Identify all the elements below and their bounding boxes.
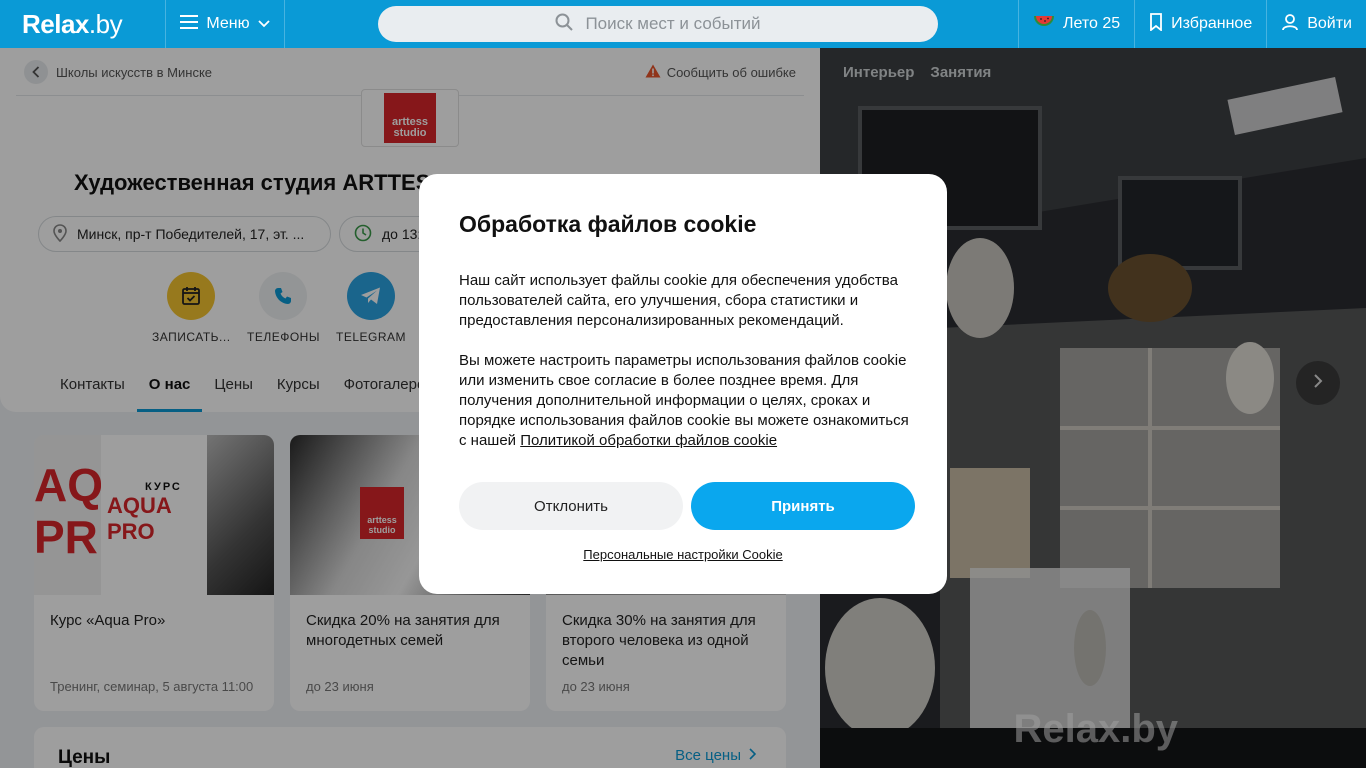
cookie-modal: Обработка файлов cookie Наш сайт использ…	[419, 174, 947, 594]
top-header: Relax .by Меню Поиск мест и событий Лето …	[0, 0, 1366, 48]
cookie-settings-link[interactable]: Персональные настройки Cookie	[419, 547, 947, 562]
favorites-label: Избранное	[1171, 15, 1253, 32]
user-icon	[1281, 13, 1299, 36]
relax-logo[interactable]: Relax .by	[0, 0, 165, 48]
menu-button[interactable]: Меню	[165, 0, 285, 48]
login-link[interactable]: Войти	[1266, 0, 1366, 48]
watermelon-icon	[1033, 15, 1055, 34]
logo-main: Relax	[22, 8, 89, 39]
logo-suffix: .by	[88, 8, 123, 39]
search-input[interactable]: Поиск мест и событий	[378, 6, 938, 42]
cookie-modal-title: Обработка файлов cookie	[459, 211, 757, 237]
summer-label: Лето 25	[1062, 15, 1121, 32]
bookmark-icon	[1149, 12, 1163, 36]
hamburger-icon	[180, 14, 199, 34]
favorites-link[interactable]: Избранное	[1134, 0, 1266, 48]
menu-label: Меню	[206, 15, 250, 32]
decline-button[interactable]: Отклонить	[459, 482, 683, 530]
cookie-text-paragraph-1: Наш сайт использует файлы cookie для обе…	[459, 272, 898, 329]
cookie-modal-text: Наш сайт использует файлы cookie для обе…	[459, 271, 917, 451]
login-label: Войти	[1307, 15, 1352, 32]
chevron-down-icon	[257, 15, 270, 33]
search-icon	[555, 13, 574, 36]
summer-link[interactable]: Лето 25	[1017, 0, 1134, 48]
search-placeholder: Поиск мест и событий	[585, 14, 761, 33]
cookie-policy-link[interactable]: Политикой обработки файлов cookie	[520, 432, 777, 449]
accept-button[interactable]: Принять	[691, 482, 915, 530]
cookie-text-paragraph-2: Вы можете настроить параметры использова…	[459, 351, 917, 451]
